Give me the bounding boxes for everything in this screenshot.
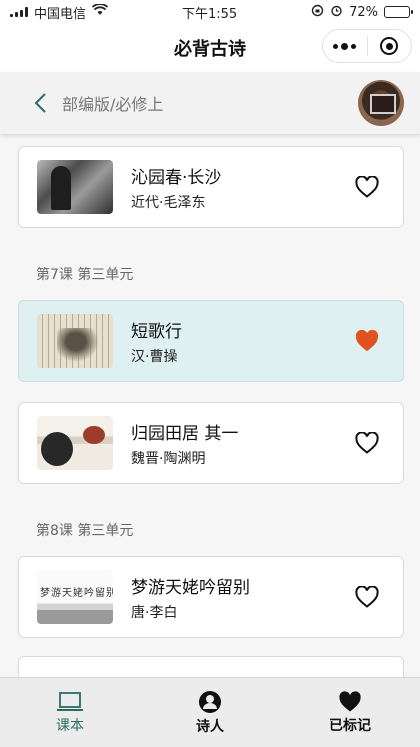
- poem-title: 归园田居 其一: [131, 423, 239, 444]
- status-bar: 中国电信 下午1:55 72%: [0, 0, 420, 24]
- clock: 下午1:55: [181, 6, 238, 22]
- heart-outline-icon: [355, 176, 379, 198]
- target-icon: [380, 37, 399, 55]
- page-title: 必背古诗: [174, 39, 246, 60]
- tab-label: 诗人: [196, 718, 224, 735]
- poem-thumbnail: [37, 314, 113, 368]
- favorite-button[interactable]: [351, 325, 383, 357]
- wifi-icon: [91, 3, 109, 20]
- poem-thumbnail: [37, 416, 113, 470]
- poem-title: 短歌行: [131, 321, 182, 342]
- poem-title: 梦游天姥吟留别: [131, 577, 250, 598]
- poem-author: 近代·毛泽东: [131, 194, 206, 211]
- poem-title: 沁园春·长沙: [131, 167, 222, 188]
- battery-percent: 72%: [349, 4, 378, 20]
- textbook-title: 部编版/必修上: [62, 95, 164, 114]
- more-button[interactable]: [323, 30, 367, 62]
- orientation-lock-icon: [311, 4, 324, 21]
- favorite-button[interactable]: [351, 581, 383, 613]
- alarm-icon: [330, 4, 343, 21]
- poem-card-selected[interactable]: 短歌行 汉·曹操: [18, 300, 404, 382]
- heart-outline-icon: [355, 432, 379, 454]
- more-dots-icon: [333, 42, 357, 50]
- close-miniprogram-button[interactable]: [368, 30, 412, 62]
- tab-poets[interactable]: 诗人: [140, 678, 280, 747]
- poem-author: 汉·曹操: [131, 348, 178, 365]
- thumbnail-calligraphy: 梦游天姥吟留别: [40, 588, 113, 599]
- section-heading: 第8课 第三单元: [36, 523, 134, 539]
- poem-author: 唐·李白: [131, 604, 178, 621]
- poem-card[interactable]: 沁园春·长沙 近代·毛泽东: [18, 146, 404, 228]
- favorite-button[interactable]: [351, 427, 383, 459]
- tab-marked[interactable]: 已标记: [280, 678, 420, 747]
- battery-icon: [384, 6, 413, 18]
- avatar[interactable]: [358, 80, 404, 126]
- nav-bar: 必背古诗: [0, 24, 420, 72]
- signal-icon: [10, 7, 28, 17]
- person-icon: [199, 690, 221, 713]
- heart-icon: [339, 690, 361, 711]
- poem-card[interactable]: 归园田居 其一 魏晋·陶渊明: [18, 402, 404, 484]
- back-button[interactable]: [26, 89, 54, 117]
- tab-label: 课本: [56, 717, 84, 734]
- favorite-button[interactable]: [351, 171, 383, 203]
- tab-label: 已标记: [329, 717, 371, 734]
- tab-textbook[interactable]: 课本: [0, 678, 140, 747]
- carrier-label: 中国电信: [34, 6, 87, 22]
- section-heading: 第7课 第三单元: [36, 267, 134, 283]
- poem-author: 魏晋·陶渊明: [131, 450, 206, 467]
- poem-list[interactable]: 沁园春·长沙 近代·毛泽东 第7课 第三单元 短歌行 汉·曹操 归园田居 其一 …: [0, 134, 420, 677]
- poem-thumbnail: [37, 160, 113, 214]
- tab-bar: 课本 诗人 已标记: [0, 677, 420, 747]
- poem-thumbnail: 梦游天姥吟留别: [37, 570, 113, 624]
- sub-header: 部编版/必修上: [0, 72, 420, 134]
- chevron-left-icon: [34, 93, 46, 113]
- laptop-icon: [57, 691, 83, 711]
- mini-program-capsule: [322, 29, 412, 63]
- poem-card[interactable]: 梦游天姥吟留别 梦游天姥吟留别 唐·李白: [18, 556, 404, 638]
- poem-card-partial[interactable]: [18, 656, 404, 677]
- heart-filled-icon: [355, 330, 379, 352]
- heart-outline-icon: [355, 586, 379, 608]
